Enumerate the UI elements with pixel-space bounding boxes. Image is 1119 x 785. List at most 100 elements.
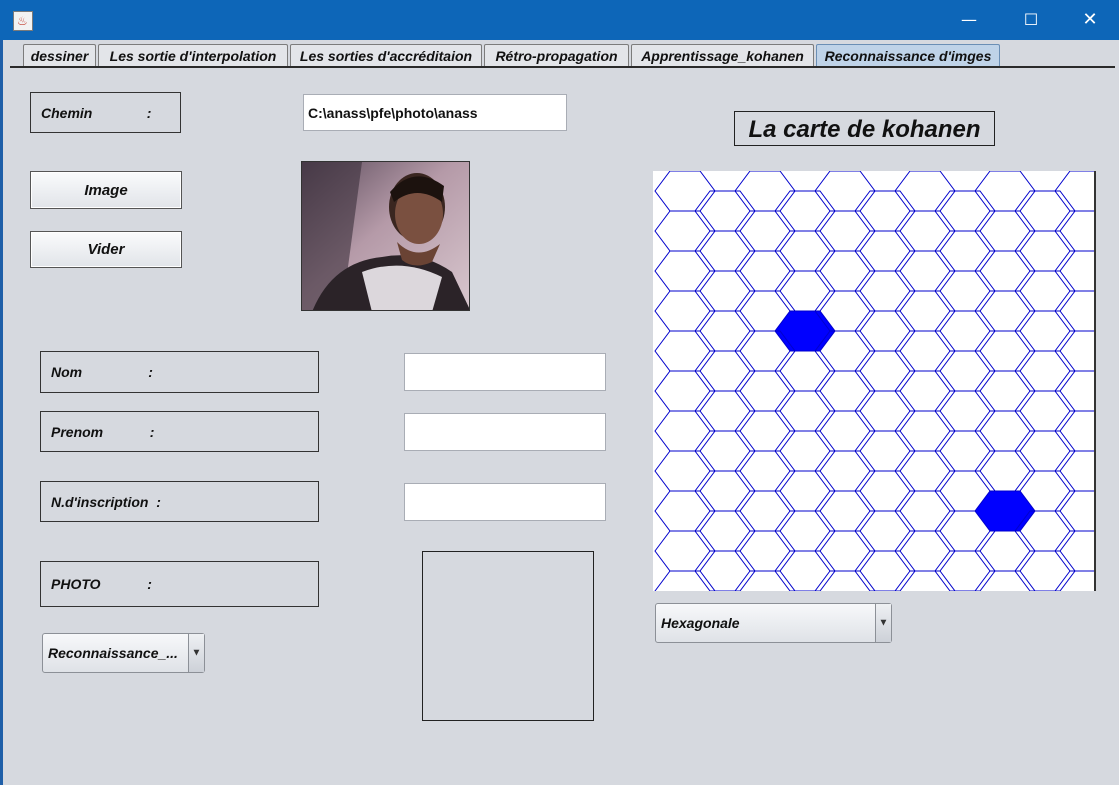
hex-cell <box>814 250 876 292</box>
tab-retro-propagation[interactable]: Rétro-propagation <box>484 44 629 67</box>
hex-cell <box>694 470 756 512</box>
hex-cell <box>814 570 876 591</box>
hex-cell <box>894 530 956 572</box>
hex-cell <box>894 171 956 212</box>
hex-cell <box>1054 290 1095 332</box>
hex-cell <box>934 350 996 392</box>
hex-cell <box>934 230 996 272</box>
java-cup-icon: ♨ <box>13 11 33 31</box>
tab-sorties-accreditation[interactable]: Les sorties d'accréditaion <box>290 44 482 67</box>
nom-input[interactable] <box>404 353 606 391</box>
hex-cell <box>894 210 956 252</box>
hex-cell <box>894 410 956 452</box>
hex-cell <box>774 350 836 392</box>
hex-cell <box>1054 450 1095 492</box>
hex-cell <box>1014 270 1076 312</box>
hex-cell <box>854 550 916 591</box>
hex-cell <box>854 390 916 432</box>
inscription-input[interactable] <box>404 483 606 521</box>
hex-cell <box>734 210 796 252</box>
hex-cell <box>814 171 876 212</box>
prenom-input[interactable] <box>404 413 606 451</box>
hex-cell <box>734 490 796 532</box>
hex-cell <box>894 490 956 532</box>
chemin-label: Chemin : <box>30 92 181 133</box>
hex-cell <box>654 450 716 492</box>
hex-cell <box>734 450 796 492</box>
hex-cell <box>774 230 836 272</box>
hex-cell <box>1014 350 1076 392</box>
chemin-label-text: Chemin : <box>41 104 152 121</box>
chevron-down-icon[interactable]: ▼ <box>188 634 204 672</box>
hex-cell <box>894 330 956 372</box>
minimize-button[interactable]: — <box>940 0 998 40</box>
inscription-label: N.d'inscription : <box>40 481 319 522</box>
vider-button[interactable]: Vider <box>30 231 182 268</box>
hex-cell <box>734 250 796 292</box>
hex-cell <box>654 330 716 372</box>
photo-label: PHOTO : <box>40 561 319 607</box>
hex-cell <box>894 250 956 292</box>
hex-cell <box>934 550 996 591</box>
hex-cell <box>694 350 756 392</box>
hex-cell <box>1014 430 1076 472</box>
chemin-input[interactable] <box>303 94 567 131</box>
hex-cell <box>774 510 836 552</box>
hex-cell <box>814 450 876 492</box>
hex-cell <box>1054 410 1095 452</box>
mode-select[interactable]: Reconnaissance_... ▼ <box>42 633 205 673</box>
hex-cell <box>1054 530 1095 572</box>
hex-cell <box>1014 190 1076 232</box>
hex-cell <box>974 410 1036 452</box>
hex-cell <box>974 570 1036 591</box>
hex-cell <box>654 490 716 532</box>
hex-cell <box>854 350 916 392</box>
photo-label-text: PHOTO : <box>51 576 152 592</box>
hex-cell <box>694 230 756 272</box>
hex-cell <box>1014 310 1076 352</box>
hex-cell <box>694 430 756 472</box>
maximize-button[interactable]: ☐ <box>1002 0 1060 40</box>
tab-reconnaissance-images[interactable]: Reconnaissance d'imges <box>816 44 1000 67</box>
hex-cell <box>774 550 836 591</box>
tab-sortie-interpolation[interactable]: Les sortie d'interpolation <box>98 44 288 67</box>
prenom-label-text: Prenom : <box>51 423 155 440</box>
recognized-photo-box <box>422 551 594 721</box>
hex-cell <box>734 370 796 412</box>
tab-apprentissage-kohanen[interactable]: Apprentissage_kohanen <box>631 44 814 67</box>
hex-cell <box>654 530 716 572</box>
hex-cell <box>974 290 1036 332</box>
map-shape-select[interactable]: Hexagonale ▼ <box>655 603 892 643</box>
inscription-label-text: N.d'inscription : <box>51 493 161 510</box>
hex-cell <box>1054 250 1095 292</box>
hex-cell <box>1054 570 1095 591</box>
hex-cell <box>654 570 716 591</box>
hex-cell <box>854 470 916 512</box>
hex-cell <box>654 370 716 412</box>
hex-cell <box>1054 171 1095 212</box>
window-left-edge <box>0 40 3 785</box>
close-button[interactable]: ✕ <box>1061 0 1119 40</box>
highlighted-hex-cell <box>974 490 1036 532</box>
hex-cell <box>974 210 1036 252</box>
hex-cell <box>814 530 876 572</box>
tab-dessiner[interactable]: dessiner <box>23 44 96 67</box>
hex-cell <box>694 390 756 432</box>
map-title: La carte de kohanen <box>734 111 995 146</box>
tab-strip-divider <box>10 66 1115 68</box>
image-button[interactable]: Image <box>30 171 182 209</box>
hex-cell <box>1054 370 1095 412</box>
hex-cell <box>934 270 996 312</box>
hex-cell <box>1054 210 1095 252</box>
hex-cell <box>774 470 836 512</box>
chevron-down-icon[interactable]: ▼ <box>875 604 891 642</box>
prenom-label: Prenom : <box>40 411 319 452</box>
hex-cell <box>854 510 916 552</box>
nom-label: Nom : <box>40 351 319 393</box>
hex-cell <box>894 450 956 492</box>
hex-cell <box>934 430 996 472</box>
hex-cell <box>774 270 836 312</box>
map-shape-select-value: Hexagonale <box>661 615 740 631</box>
hex-cell <box>934 310 996 352</box>
hex-cell <box>854 310 916 352</box>
